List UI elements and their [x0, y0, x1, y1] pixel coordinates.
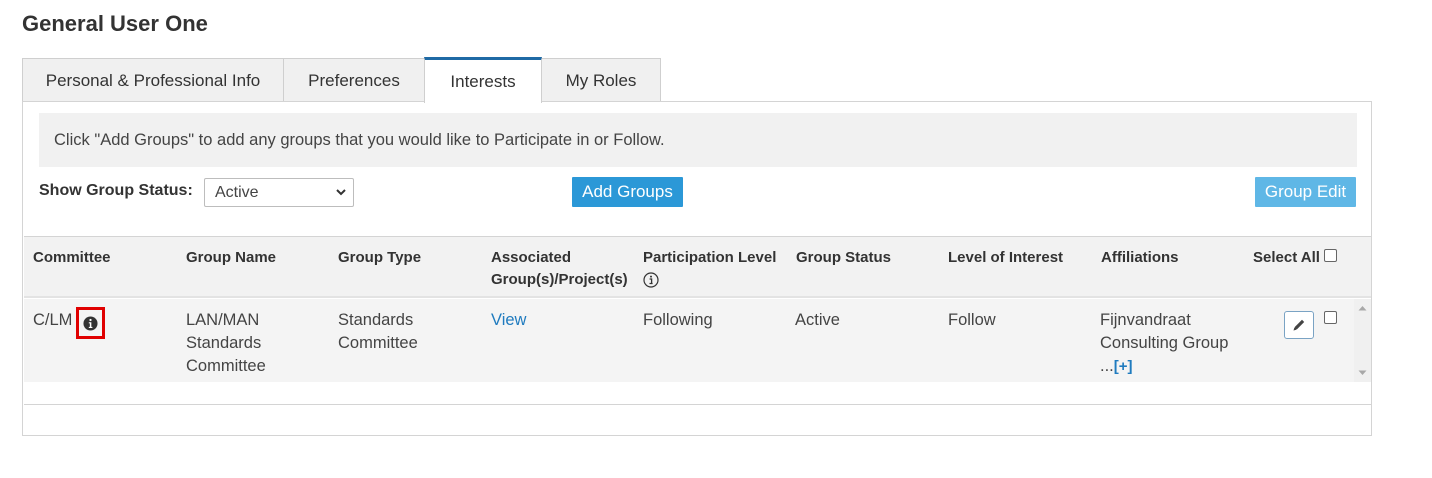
interests-panel: Click "Add Groups" to add any groups tha… — [22, 101, 1372, 436]
group-status-select[interactable]: Active — [204, 178, 354, 207]
table-row: C/LM LAN/MAN Standards Committee Standar… — [24, 299, 1354, 382]
select-all-checkbox[interactable] — [1324, 249, 1337, 262]
edit-row-button[interactable] — [1284, 311, 1314, 339]
cell-committee: C/LM — [33, 311, 73, 329]
cell-affiliations: Fijnvandraat Consulting Group ...[+] — [1100, 309, 1228, 378]
header-group-name: Group Name — [186, 249, 277, 266]
group-edit-button[interactable]: Group Edit — [1255, 177, 1356, 207]
view-associated-link[interactable]: View — [491, 309, 526, 332]
group-type-line2: Committee — [338, 334, 418, 352]
header-participation-level: Participation Level — [643, 247, 776, 295]
scroll-down-arrow-icon[interactable] — [1358, 370, 1367, 376]
tab-personal-professional-info[interactable]: Personal & Professional Info — [22, 58, 284, 102]
committee-info-highlight[interactable] — [76, 307, 105, 339]
affiliation-line2: Consulting Group — [1100, 334, 1229, 352]
header-associated-line1: Associated — [491, 249, 572, 266]
show-group-status-label: Show Group Status: — [39, 182, 193, 199]
header-group-type: Group Type — [338, 249, 422, 266]
info-circle-icon[interactable] — [83, 315, 98, 331]
tab-interests[interactable]: Interests — [424, 57, 542, 103]
scroll-up-arrow-icon[interactable] — [1358, 305, 1367, 311]
cell-group-status: Active — [795, 311, 840, 329]
cell-group-type: Standards Committee — [338, 309, 418, 355]
affiliation-expand-link[interactable]: [+] — [1114, 358, 1133, 375]
header-committee: Committee — [33, 249, 111, 266]
cell-level-of-interest: Follow — [948, 311, 996, 329]
row-select-checkbox[interactable] — [1324, 311, 1337, 324]
groups-table: Committee Group Name Group Type Associat… — [24, 236, 1371, 405]
info-banner-text: Click "Add Groups" to add any groups tha… — [54, 130, 665, 149]
header-participation-label: Participation Level — [643, 249, 777, 266]
add-groups-button[interactable]: Add Groups — [572, 177, 683, 207]
affiliation-ellipsis: ... — [1100, 357, 1114, 375]
select-all-label: Select All — [1253, 249, 1320, 266]
tab-preferences[interactable]: Preferences — [283, 58, 425, 102]
header-select-all: Select All — [1253, 247, 1320, 269]
cell-participation-level: Following — [643, 311, 713, 329]
header-group-status: Group Status — [796, 249, 892, 266]
info-outline-icon[interactable] — [643, 272, 659, 288]
header-level-of-interest: Level of Interest — [948, 249, 1064, 266]
info-banner: Click "Add Groups" to add any groups tha… — [39, 113, 1357, 167]
table-header: Committee Group Name Group Type Associat… — [24, 237, 1371, 298]
affiliation-more: ...[+] — [1100, 355, 1228, 378]
chevron-down-icon — [336, 189, 346, 196]
cell-group-name: LAN/MAN Standards Committee — [186, 309, 266, 378]
header-associated: Associated Group(s)/Project(s) — [491, 247, 628, 291]
page-title: General User One — [22, 11, 208, 36]
header-affiliations: Affiliations — [1101, 249, 1179, 266]
pencil-icon — [1293, 319, 1305, 331]
group-name-line2: Standards — [186, 334, 262, 352]
group-name-line3: Committee — [186, 357, 266, 375]
group-status-selected-value: Active — [215, 183, 259, 201]
table-scrollbar[interactable] — [1354, 299, 1371, 382]
group-name-line1: LAN/MAN — [186, 311, 260, 329]
group-type-line1: Standards — [338, 311, 414, 329]
tab-my-roles[interactable]: My Roles — [541, 58, 661, 102]
header-associated-line2: Group(s)/Project(s) — [491, 271, 628, 288]
affiliation-line1: Fijnvandraat — [1100, 311, 1191, 329]
